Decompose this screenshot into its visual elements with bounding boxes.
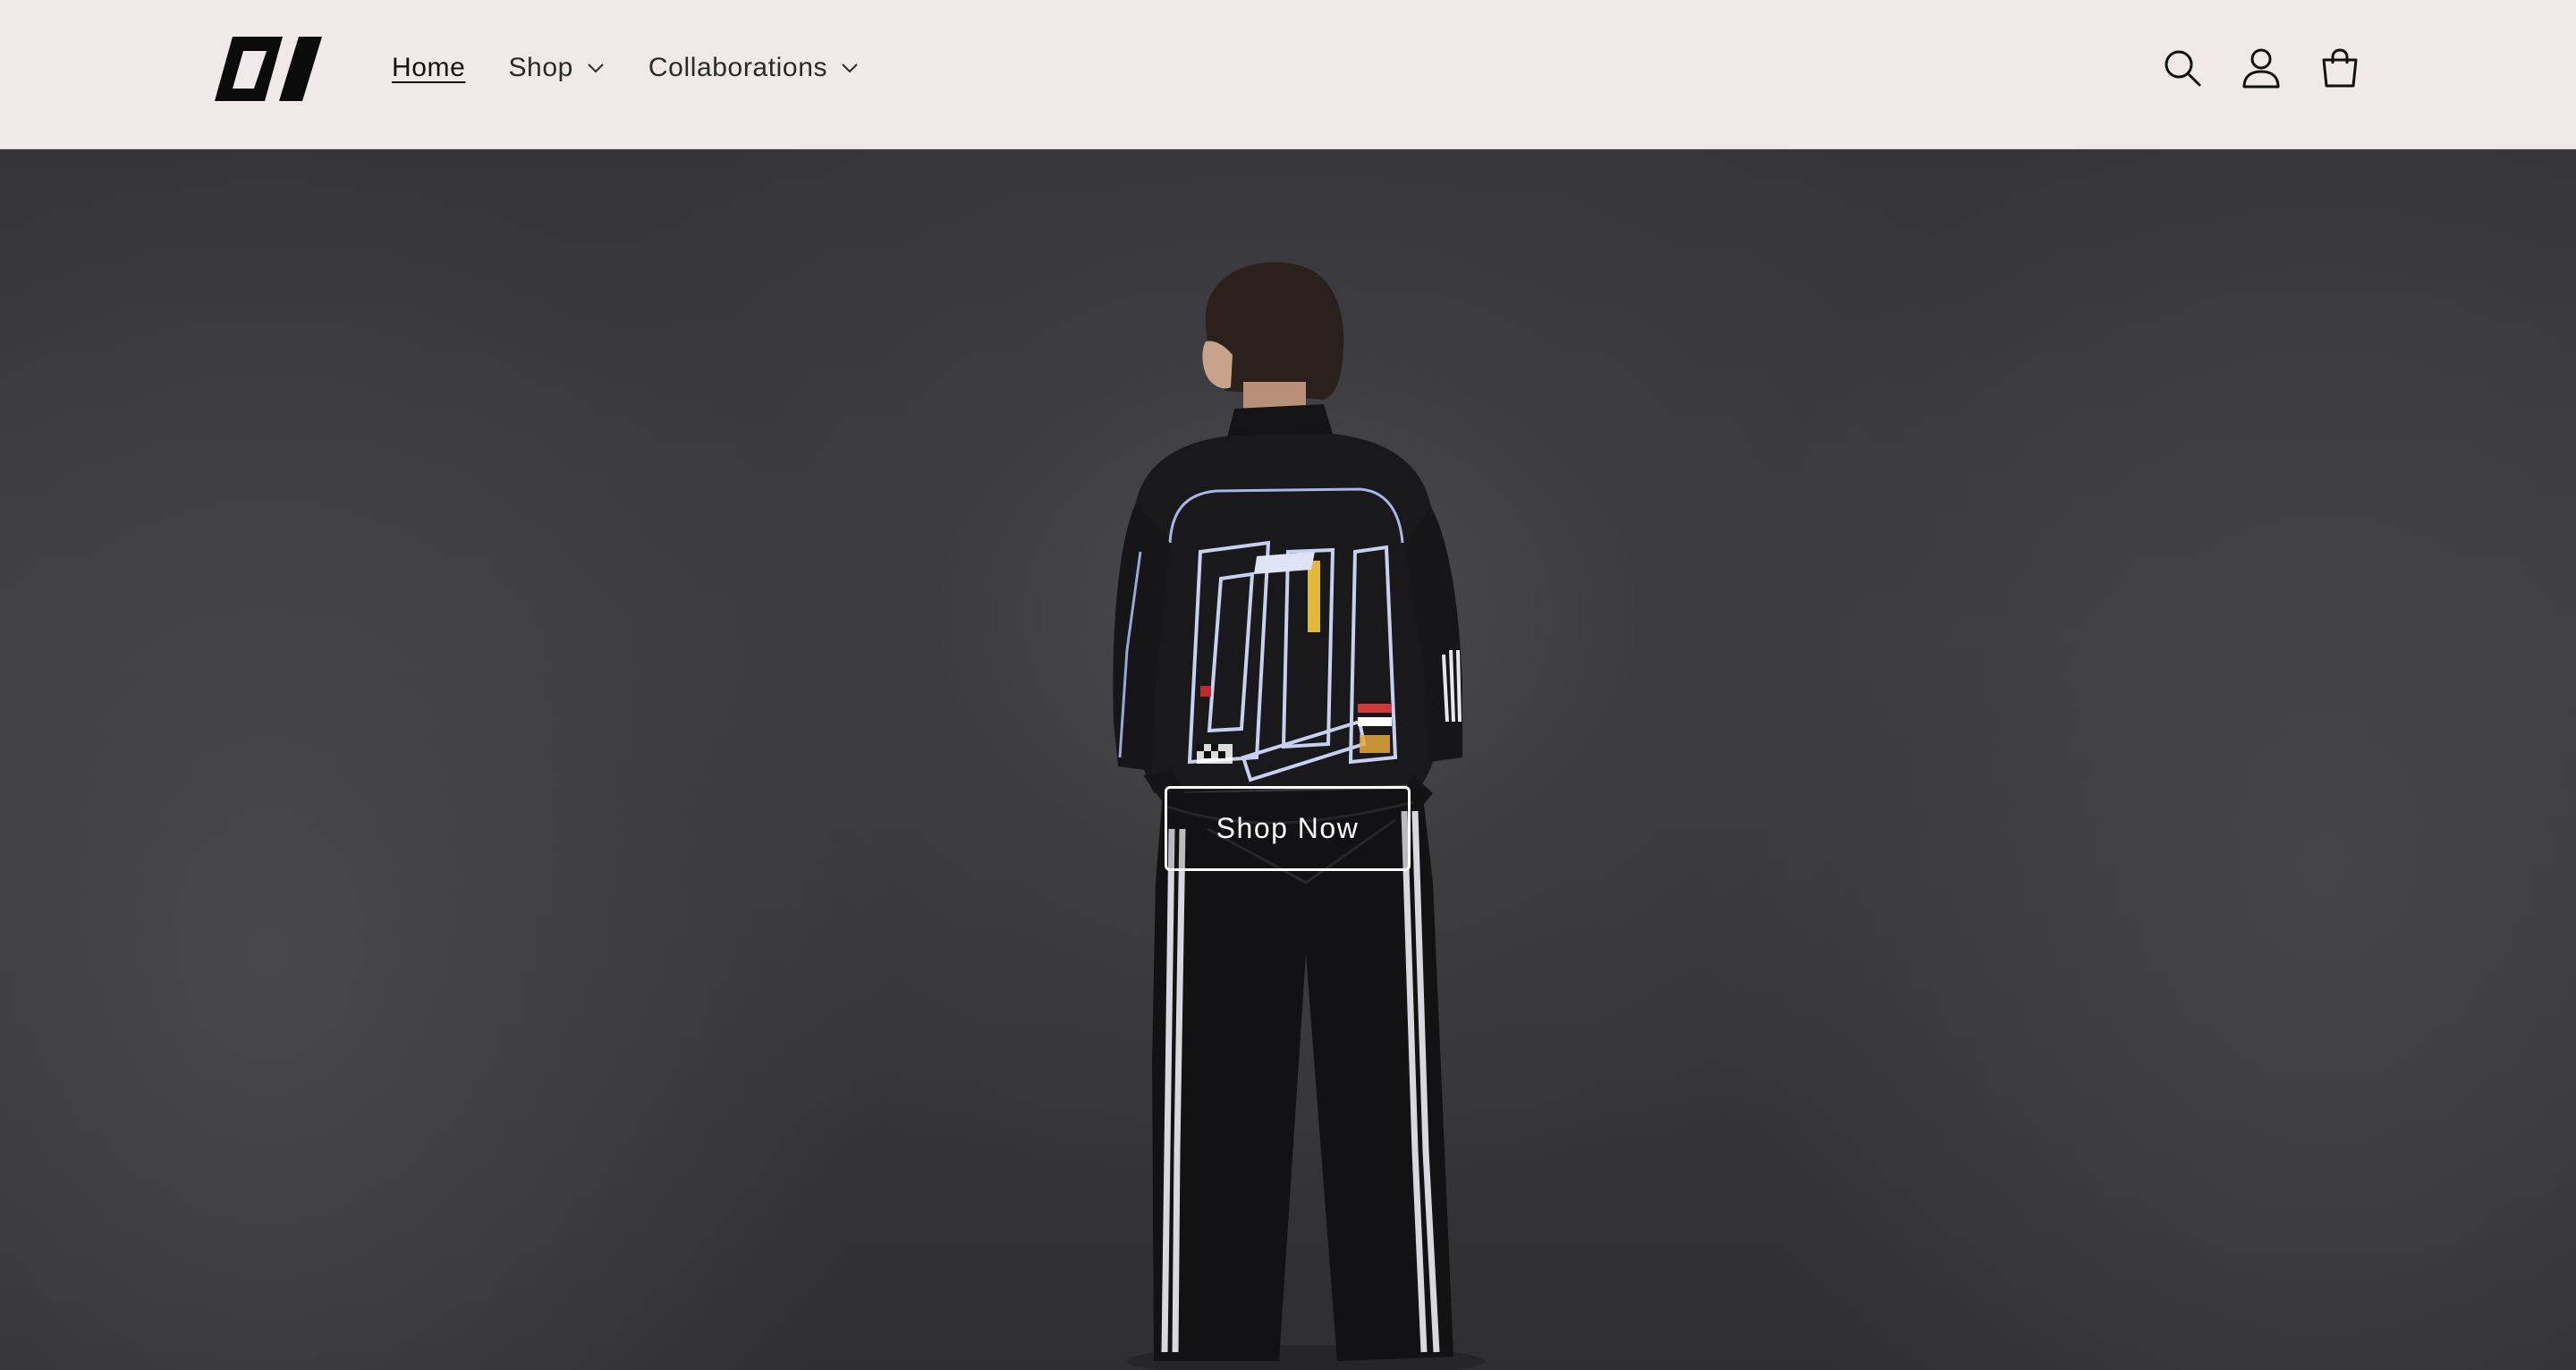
nav-shop-label: Shop bbox=[508, 53, 573, 82]
search-icon bbox=[2165, 50, 2201, 87]
cart-icon bbox=[2322, 48, 2358, 88]
nav-collaborations-label: Collaborations bbox=[648, 53, 828, 82]
account-icon bbox=[2242, 48, 2280, 89]
site-header: Home Shop Collaborations bbox=[0, 0, 2576, 149]
shop-now-button[interactable]: Shop Now bbox=[1165, 786, 1411, 871]
hero-banner: Shop Now bbox=[0, 149, 2576, 1370]
account-button[interactable] bbox=[2229, 36, 2293, 100]
nav-collaborations[interactable]: Collaborations bbox=[648, 53, 860, 83]
nav-shop[interactable]: Shop bbox=[508, 53, 605, 83]
brand-logo[interactable] bbox=[213, 35, 324, 103]
search-button[interactable] bbox=[2150, 36, 2215, 100]
header-actions bbox=[2136, 36, 2372, 100]
cart-button[interactable] bbox=[2308, 36, 2372, 100]
nav-home-label: Home bbox=[392, 53, 466, 82]
chevron-down-icon bbox=[588, 63, 604, 73]
nav-home[interactable]: Home bbox=[392, 53, 465, 83]
main-nav: Home Shop Collaborations bbox=[392, 0, 902, 136]
chevron-down-icon bbox=[842, 63, 858, 73]
